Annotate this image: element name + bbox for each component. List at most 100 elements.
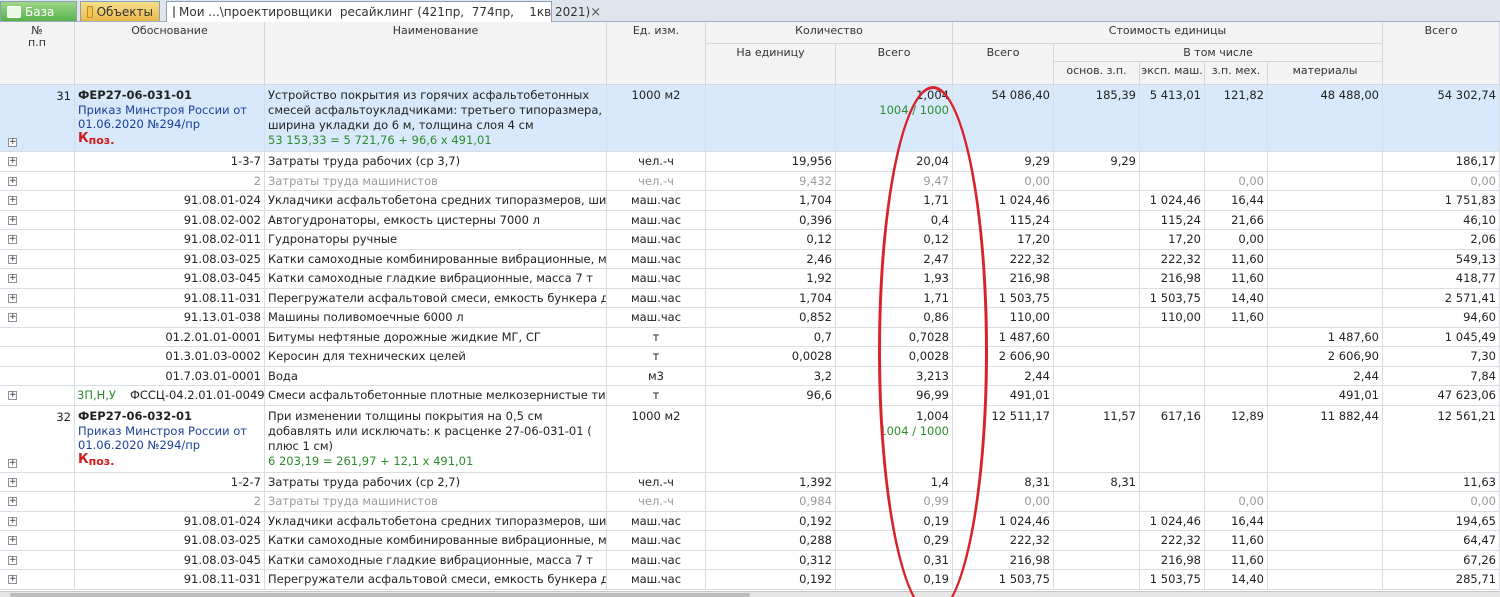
resource-cost: 115,24 [953, 210, 1054, 229]
resource-row[interactable]: +91.08.01-024 Укладчики асфальтобетона ср… [0, 191, 1500, 211]
position-grand-total: 12 561,21 [1383, 405, 1500, 472]
position-formula: 6 203,19 = 261,97 + 12,1 x 491,01 [268, 453, 474, 468]
resource-num [0, 152, 75, 171]
resource-code: 91.08.01-024 [75, 511, 265, 530]
resource-row[interactable]: +91.08.11-031 Перегружатели асфальтовой с… [0, 570, 1500, 590]
resource-machine-wage: 0,00 [1205, 171, 1268, 190]
coefficient-marker: Кпоз. [78, 452, 261, 469]
resource-grand-total: 1 751,83 [1383, 191, 1500, 210]
resource-cost: 222,32 [953, 249, 1054, 268]
resource-num [0, 288, 75, 307]
resource-qty-per-unit: 0,396 [706, 210, 836, 229]
resource-row[interactable]: +1-2-7 Затраты труда рабочих (ср 2,7) чел.… [0, 472, 1500, 492]
tab-base[interactable]: База [0, 1, 77, 21]
qty-total-value: 1,004 [916, 408, 949, 423]
resource-row[interactable]: +1-3-7 Затраты труда рабочих (ср 3,7) чел.… [0, 152, 1500, 172]
resource-materials [1268, 308, 1383, 327]
resource-row[interactable]: 01.7.03.01-0001 Вода м3 3,2 3,213 2,44 2,44 7,8… [0, 366, 1500, 386]
resource-unit: маш.час [607, 308, 706, 327]
resource-row[interactable]: +91.08.02-002 Автогудронаторы, емкость ци… [0, 210, 1500, 230]
resource-name: Затраты труда машинистов [265, 492, 607, 511]
resource-row[interactable]: +91.08.03-045 Катки самоходные гладкие ви… [0, 550, 1500, 570]
resource-cost: 1 503,75 [953, 288, 1054, 307]
resource-cost: 2,44 [953, 366, 1054, 385]
resource-materials [1268, 269, 1383, 288]
resource-grand-total: 94,60 [1383, 308, 1500, 327]
position-code[interactable]: ФЕР27-06-031-01 [78, 88, 261, 103]
resource-machine-op: 17,20 [1140, 230, 1205, 249]
position-qty-total: 1,004 1004 / 1000 [836, 405, 953, 472]
resource-row[interactable]: +91.08.02-011 Гудронаторы ручные маш.час 0,… [0, 230, 1500, 250]
tab-objects[interactable]: Объекты [80, 1, 160, 21]
resource-qty-per-unit: 19,956 [706, 152, 836, 171]
resource-machine-wage: 11,60 [1205, 269, 1268, 288]
resource-name: Битумы нефтяные дорожные жидкие МГ, СГ [265, 327, 607, 346]
resource-machine-wage: 14,40 [1205, 570, 1268, 589]
tab-label: База [25, 4, 55, 19]
position-code[interactable]: ФЕР27-06-032-01 [78, 409, 261, 424]
scrollbar-thumb[interactable] [10, 593, 750, 597]
column-header-qty-total: Всего [836, 44, 953, 85]
resource-qty-per-unit: 1,704 [706, 191, 836, 210]
resource-row[interactable]: +91.08.03-045 Катки самоходные гладкие ви… [0, 269, 1500, 289]
resource-qty-per-unit: 0,288 [706, 531, 836, 550]
close-icon[interactable]: × [590, 5, 601, 20]
resource-cost: 9,29 [953, 152, 1054, 171]
resource-machine-wage: 0,00 [1205, 230, 1268, 249]
resource-qty-per-unit: 0,984 [706, 492, 836, 511]
position-number: 32 [0, 405, 75, 472]
position-number: 31 [0, 85, 75, 151]
position-qty-total: 1,004 1004 / 1000 [836, 85, 953, 151]
resource-cost: 8,31 [953, 472, 1054, 491]
resource-grand-total: 47 623,06 [1383, 386, 1500, 405]
resource-grand-total: 186,17 [1383, 152, 1500, 171]
resource-base-wage [1054, 269, 1140, 288]
resource-qty-total: 0,31 [836, 550, 953, 569]
column-header-name: Наименование [265, 22, 607, 85]
resource-machine-op: 110,00 [1140, 308, 1205, 327]
resource-machine-wage [1205, 347, 1268, 366]
resource-name: Автогудронаторы, емкость цистерны 7000 л [265, 210, 607, 229]
resource-qty-total: 0,4 [836, 210, 953, 229]
resource-row[interactable]: +3П,Н,У ФССЦ-04.2.01.01-0049 Смеси асфальт… [0, 386, 1500, 406]
resource-code: 91.08.11-031 [75, 570, 265, 589]
resource-row[interactable]: +91.13.01-038 Машины поливомоечные 6000 л… [0, 308, 1500, 328]
resource-row[interactable]: +2 Затраты труда машинистов чел.-ч 9,432 9,4… [0, 171, 1500, 191]
position-materials: 48 488,00 [1268, 85, 1383, 151]
resource-row[interactable]: +2 Затраты труда машинистов чел.-ч 0,984 0,9… [0, 492, 1500, 512]
resource-row[interactable]: +91.08.03-025 Катки самоходные комбиниров… [0, 531, 1500, 551]
position-row[interactable]: +32 ФЕР27-06-032-01 Приказ Минстроя России… [0, 405, 1500, 473]
resource-machine-op [1140, 171, 1205, 190]
column-header-grand-total: Всего [1383, 22, 1500, 85]
column-header-base-wage: основ. з.п. [1054, 62, 1140, 85]
resource-name: Смеси асфальтобетонные плотные мелкозерн… [265, 386, 607, 405]
resource-qty-per-unit: 3,2 [706, 366, 836, 385]
resource-row[interactable]: 01.3.01.03-0002 Керосин для технических ц… [0, 347, 1500, 367]
horizontal-scrollbar[interactable] [0, 591, 1500, 597]
resource-row[interactable]: +91.08.03-025 Катки самоходные комбиниров… [0, 249, 1500, 269]
qty-total-value: 1,004 [916, 88, 949, 102]
resource-qty-total: 0,7028 [836, 327, 953, 346]
resource-materials [1268, 152, 1383, 171]
tab-document[interactable]: Мои ...\проектировщики ресайклинг (421пр… [166, 1, 601, 22]
resource-row[interactable]: +91.08.11-031 Перегружатели асфальтовой с… [0, 288, 1500, 308]
resource-qty-total: 0,19 [836, 570, 953, 589]
resource-base-wage [1054, 308, 1140, 327]
resource-row[interactable]: +91.08.01-024 Укладчики асфальтобетона ср… [0, 511, 1500, 531]
resource-qty-total: 3,213 [836, 366, 953, 385]
resource-row[interactable]: 01.2.01.01-0001 Битумы нефтяные дорожные … [0, 327, 1500, 347]
resource-materials [1268, 492, 1383, 511]
resource-cost: 491,01 [953, 386, 1054, 405]
resource-qty-total: 0,19 [836, 511, 953, 530]
position-row[interactable]: +31 ФЕР27-06-031-01 Приказ Минстроя России… [0, 85, 1500, 152]
resource-base-wage [1054, 347, 1140, 366]
resource-code: 01.3.01.03-0002 [75, 347, 265, 366]
resource-machine-wage: 21,66 [1205, 210, 1268, 229]
resource-base-wage [1054, 327, 1140, 346]
document-icon [173, 6, 175, 18]
resource-num [0, 249, 75, 268]
resource-materials: 491,01 [1268, 386, 1383, 405]
resource-grand-total: 0,00 [1383, 171, 1500, 190]
resource-base-wage [1054, 570, 1140, 589]
position-base-wage: 185,39 [1054, 85, 1140, 151]
